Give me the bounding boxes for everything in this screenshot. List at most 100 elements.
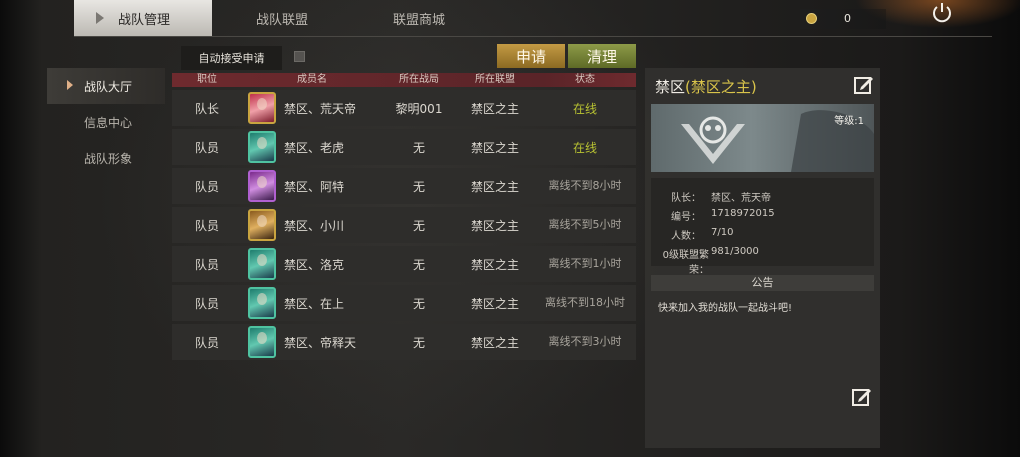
member-match: 无 <box>412 257 425 272</box>
sidebar-item-team-hall[interactable]: 战队大厅 <box>47 68 165 104</box>
team-info-panel: 禁区(禁区之主) 等级:1 队长： 禁区、荒天帝 编号： 1718972015 … <box>645 68 880 448</box>
team-banner: 等级:1 <box>651 104 874 172</box>
info-row-id: 编号： 1718972015 <box>645 208 775 223</box>
avatar <box>248 131 276 163</box>
member-status: 离线不到18小时 <box>545 296 625 309</box>
info-value: 981/3000 <box>711 246 759 257</box>
member-name: 禁区、小川 <box>284 218 345 233</box>
auto-accept-checkbox[interactable] <box>294 51 305 62</box>
tab-alliance-shop[interactable]: 联盟商城 <box>393 0 445 36</box>
member-name: 禁区、老虎 <box>284 140 345 155</box>
sidebar-item-label: 战队形象 <box>84 151 133 166</box>
table-row[interactable]: 队员 禁区、小川 无 禁区之主 离线不到5小时 <box>172 207 636 243</box>
tab-team-management[interactable]: 战队管理 <box>74 0 212 36</box>
currency-value: 0 <box>844 12 851 25</box>
power-button[interactable] <box>928 0 956 28</box>
member-role: 队员 <box>194 335 219 350</box>
selected-arrow-icon <box>67 80 73 90</box>
table-row[interactable]: 队员 禁区、帝释天 无 禁区之主 离线不到3小时 <box>172 324 636 360</box>
tab-team-alliance[interactable]: 战队联盟 <box>256 0 308 36</box>
sidebar: 战队大厅 信息中心 战队形象 <box>47 68 165 176</box>
member-status: 离线不到8小时 <box>548 179 622 192</box>
member-status: 离线不到3小时 <box>548 335 622 348</box>
table-row[interactable]: 队员 禁区、老虎 无 禁区之主 在线 <box>172 129 636 165</box>
member-alliance: 禁区之主 <box>470 296 519 311</box>
clear-button[interactable]: 清理 <box>568 44 636 68</box>
tab-label: 战队管理 <box>118 12 171 28</box>
member-name: 禁区、洛克 <box>284 257 345 272</box>
header-role: 职位 <box>197 74 217 85</box>
member-alliance: 禁区之主 <box>470 335 519 350</box>
member-role: 队员 <box>194 140 219 155</box>
apply-button[interactable]: 申请 <box>497 44 565 68</box>
member-table: 职位 成员名 所在战局 所在联盟 状态 队长 禁区、荒天帝 黎明001 禁区之主… <box>172 73 636 360</box>
notice-header: 公告 <box>651 275 874 291</box>
table-header: 职位 成员名 所在战局 所在联盟 状态 <box>172 73 636 87</box>
info-key: 0级联盟繁荣： <box>662 250 709 276</box>
info-value: 1718972015 <box>711 208 775 219</box>
member-match: 无 <box>412 335 425 350</box>
edit-team-button[interactable] <box>853 74 875 96</box>
member-role: 队员 <box>194 218 219 233</box>
avatar <box>248 326 276 358</box>
table-row[interactable]: 队员 禁区、在上 无 禁区之主 离线不到18小时 <box>172 285 636 321</box>
member-status: 离线不到5小时 <box>548 218 622 231</box>
team-level: 等级:1 <box>834 116 864 127</box>
divider <box>74 36 992 37</box>
member-match: 无 <box>412 140 425 155</box>
member-match: 黎明001 <box>395 101 443 116</box>
header-status: 状态 <box>575 74 595 85</box>
notice-text: 快来加入我的战队一起战斗吧! <box>658 303 793 314</box>
team-alliance-tag: (禁区之主) <box>685 78 757 96</box>
tab-arrow-icon <box>96 12 104 24</box>
member-role: 队员 <box>194 179 219 194</box>
member-name: 禁区、荒天帝 <box>284 101 357 116</box>
info-row-members: 人数： 7/10 <box>645 227 733 242</box>
member-match: 无 <box>412 296 425 311</box>
member-alliance: 禁区之主 <box>470 179 519 194</box>
avatar <box>248 287 276 319</box>
member-match: 无 <box>412 179 425 194</box>
table-row[interactable]: 队员 禁区、洛克 无 禁区之主 离线不到1小时 <box>172 246 636 282</box>
member-alliance: 禁区之主 <box>470 140 519 155</box>
tab-label: 联盟商城 <box>393 12 446 28</box>
auto-accept-label: 自动接受申请 <box>181 46 282 70</box>
member-role: 队员 <box>194 257 219 272</box>
member-status: 在线 <box>572 140 597 155</box>
team-title: 禁区(禁区之主) <box>655 76 757 97</box>
member-status: 在线 <box>572 101 597 116</box>
edit-icon <box>852 389 871 406</box>
team-details: 队长： 禁区、荒天帝 编号： 1718972015 人数： 7/10 0级联盟繁… <box>651 178 874 276</box>
member-alliance: 禁区之主 <box>470 218 519 233</box>
member-role: 队员 <box>194 296 219 311</box>
table-row[interactable]: 队长 禁区、荒天帝 黎明001 禁区之主 在线 <box>172 90 636 126</box>
header-match: 所在战局 <box>399 74 439 85</box>
info-row-leader: 队长： 禁区、荒天帝 <box>645 189 771 204</box>
info-key: 编号： <box>671 212 701 223</box>
member-name: 禁区、阿特 <box>284 179 345 194</box>
edit-notice-button[interactable] <box>851 386 873 408</box>
avatar <box>248 209 276 241</box>
member-name: 禁区、在上 <box>284 296 345 311</box>
coin-icon <box>806 13 817 24</box>
info-value: 7/10 <box>711 227 734 238</box>
header-name: 成员名 <box>297 74 327 85</box>
info-key: 队长： <box>671 193 701 204</box>
member-match: 无 <box>412 218 425 233</box>
currency-display: 0 <box>800 9 886 29</box>
sidebar-item-info-center[interactable]: 信息中心 <box>47 104 165 140</box>
tab-label: 战队联盟 <box>256 12 309 28</box>
info-value: 禁区、荒天帝 <box>711 193 771 204</box>
info-row-prosperity: 0级联盟繁荣： 981/3000 <box>645 246 759 276</box>
avatar <box>248 170 276 202</box>
member-alliance: 禁区之主 <box>470 257 519 272</box>
member-name: 禁区、帝释天 <box>284 335 357 350</box>
sidebar-item-label: 战队大厅 <box>84 79 133 94</box>
avatar <box>248 92 276 124</box>
table-row[interactable]: 队员 禁区、阿特 无 禁区之主 离线不到8小时 <box>172 168 636 204</box>
team-name: 禁区 <box>655 78 686 96</box>
sidebar-item-team-image[interactable]: 战队形象 <box>47 140 165 176</box>
avatar <box>248 248 276 280</box>
power-icon <box>933 3 951 23</box>
header-alliance: 所在联盟 <box>475 74 515 85</box>
